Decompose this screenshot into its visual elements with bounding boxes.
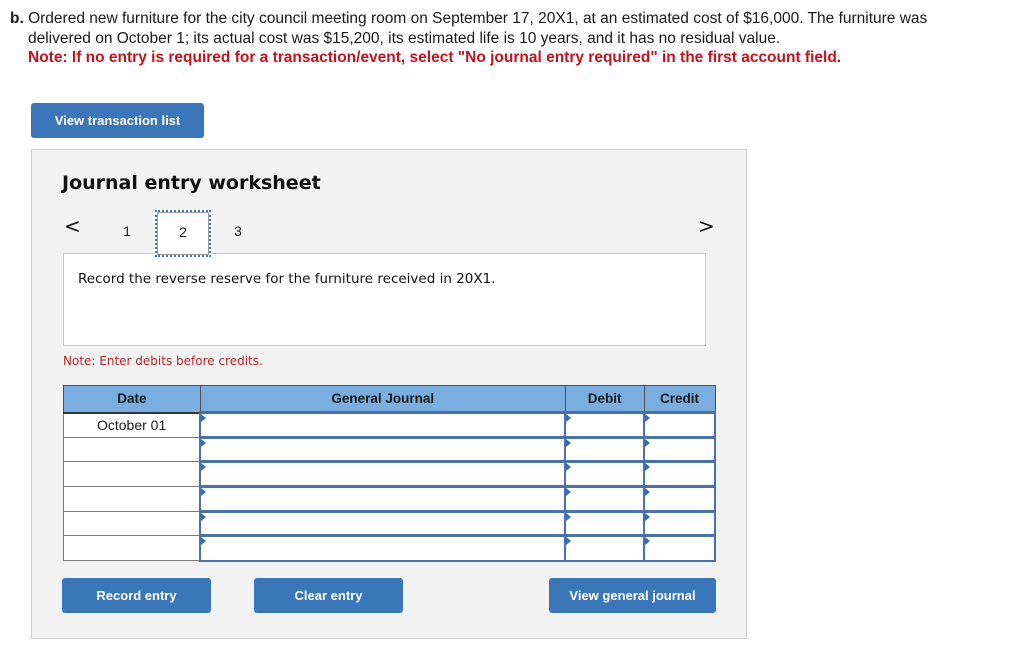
account-field[interactable]	[199, 534, 567, 562]
credit-field[interactable]	[643, 509, 716, 537]
dropdown-marker-icon	[201, 463, 207, 472]
input-marker-icon	[645, 414, 651, 422]
account-field[interactable]	[199, 411, 567, 439]
chevron-left-icon[interactable]: <	[64, 214, 81, 238]
input-marker-icon	[645, 488, 651, 497]
clear-entry-button[interactable]: Clear entry	[254, 578, 403, 613]
dropdown-marker-icon	[201, 488, 207, 497]
journal-header-row: Date General Journal Debit Credit	[63, 385, 716, 414]
input-marker-icon	[566, 438, 572, 447]
account-field[interactable]	[199, 485, 567, 513]
page-tab-1[interactable]: 1	[99, 210, 155, 255]
input-marker-icon	[645, 438, 651, 447]
debit-header: Debit	[564, 385, 645, 414]
input-marker-icon	[645, 537, 651, 546]
date-header: Date	[63, 385, 201, 414]
table-row	[63, 509, 716, 537]
date-cell[interactable]: October 01	[63, 412, 201, 438]
input-marker-icon	[566, 537, 572, 546]
input-marker-icon	[566, 463, 572, 472]
instruction-box: Record the reverse reserve for the furni…	[63, 253, 706, 346]
credit-field[interactable]	[643, 435, 716, 463]
input-marker-icon	[566, 512, 572, 521]
debit-field[interactable]	[564, 460, 646, 488]
record-entry-button[interactable]: Record entry	[62, 578, 211, 613]
debit-field[interactable]	[564, 534, 646, 562]
date-cell[interactable]	[63, 510, 201, 537]
debit-field[interactable]	[564, 485, 646, 513]
general-journal-header: General Journal	[199, 385, 566, 414]
credit-field[interactable]	[643, 485, 716, 513]
table-row	[63, 534, 716, 562]
date-cell[interactable]	[63, 436, 201, 463]
problem-letter: b.	[10, 10, 24, 27]
view-transaction-list-button[interactable]: View transaction list	[31, 103, 204, 138]
input-marker-icon	[645, 512, 651, 521]
dropdown-marker-icon	[201, 414, 207, 422]
table-row	[63, 435, 716, 463]
debit-field[interactable]	[564, 509, 646, 537]
problem-line-1: b. Ordered new furniture for the city co…	[10, 9, 1015, 29]
account-field[interactable]	[199, 509, 567, 537]
debits-note: Note: Enter debits before credits.	[63, 354, 263, 368]
page-tab-2-active[interactable]: 2	[155, 210, 211, 257]
date-cell[interactable]	[63, 486, 201, 512]
table-row	[63, 485, 716, 513]
journal-entry-worksheet-panel: Journal entry worksheet < 1 2 3 > Record…	[31, 149, 747, 639]
dropdown-marker-icon	[201, 512, 207, 521]
account-field[interactable]	[199, 435, 567, 463]
table-row	[63, 460, 716, 488]
dropdown-marker-icon	[201, 537, 207, 546]
credit-field[interactable]	[643, 411, 716, 439]
credit-field[interactable]	[643, 534, 716, 562]
problem-statement: b. Ordered new furniture for the city co…	[10, 9, 1015, 68]
dropdown-marker-icon	[201, 438, 207, 447]
credit-field[interactable]	[643, 460, 716, 488]
worksheet-title: Journal entry worksheet	[62, 172, 321, 194]
credit-header: Credit	[643, 385, 716, 414]
page-tab-3[interactable]: 3	[210, 210, 266, 255]
account-field[interactable]	[199, 460, 567, 488]
debit-field[interactable]	[564, 411, 646, 439]
problem-note: Note: If no entry is required for a tran…	[28, 49, 842, 66]
journal-table: Date General Journal Debit Credit Octobe…	[63, 385, 716, 562]
table-row: October 01	[63, 411, 716, 439]
chevron-right-icon[interactable]: >	[698, 214, 715, 238]
input-marker-icon	[566, 414, 572, 422]
problem-text-1: Ordered new furniture for the city counc…	[28, 10, 928, 27]
view-general-journal-button[interactable]: View general journal	[549, 578, 716, 613]
date-cell[interactable]	[63, 461, 201, 488]
instruction-text: Record the reverse reserve for the furni…	[78, 271, 496, 287]
problem-line-2: delivered on October 1; its actual cost …	[28, 29, 781, 47]
debit-field[interactable]	[564, 435, 646, 463]
input-marker-icon	[566, 488, 572, 497]
input-marker-icon	[645, 463, 651, 472]
date-cell[interactable]	[63, 535, 201, 562]
